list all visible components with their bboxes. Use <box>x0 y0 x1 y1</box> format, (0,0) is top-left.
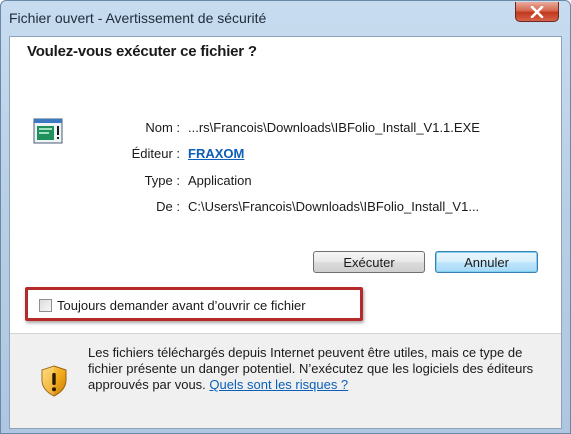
highlight-annotation <box>25 287 363 321</box>
shield-warning-icon <box>41 365 67 397</box>
name-label: Nom : <box>145 120 180 135</box>
publisher-link[interactable]: FRAXOM <box>188 146 244 161</box>
close-button[interactable] <box>515 2 559 22</box>
cancel-button[interactable]: Annuler <box>435 251 538 273</box>
run-button[interactable]: Exécuter <box>313 251 425 273</box>
type-value: Application <box>188 173 252 188</box>
risks-link[interactable]: Quels sont les risques ? <box>209 377 348 392</box>
window-title: Fichier ouvert - Avertissement de sécuri… <box>9 10 267 26</box>
warning-message: Les fichiers téléchargés depuis Internet… <box>88 345 543 393</box>
type-label: Type : <box>144 173 180 188</box>
name-value: ...rs\Francois\Downloads\IBFolio_Install… <box>188 120 480 135</box>
close-icon <box>530 5 544 18</box>
application-icon <box>33 118 63 144</box>
from-label: De : <box>156 199 180 214</box>
title-bar[interactable]: Fichier ouvert - Avertissement de sécuri… <box>1 1 570 37</box>
dialog-prompt: Voulez-vous exécuter ce fichier ? <box>27 43 257 60</box>
from-value: C:\Users\Francois\Downloads\IBFolio_Inst… <box>188 199 480 214</box>
publisher-label: Éditeur : <box>131 146 180 161</box>
